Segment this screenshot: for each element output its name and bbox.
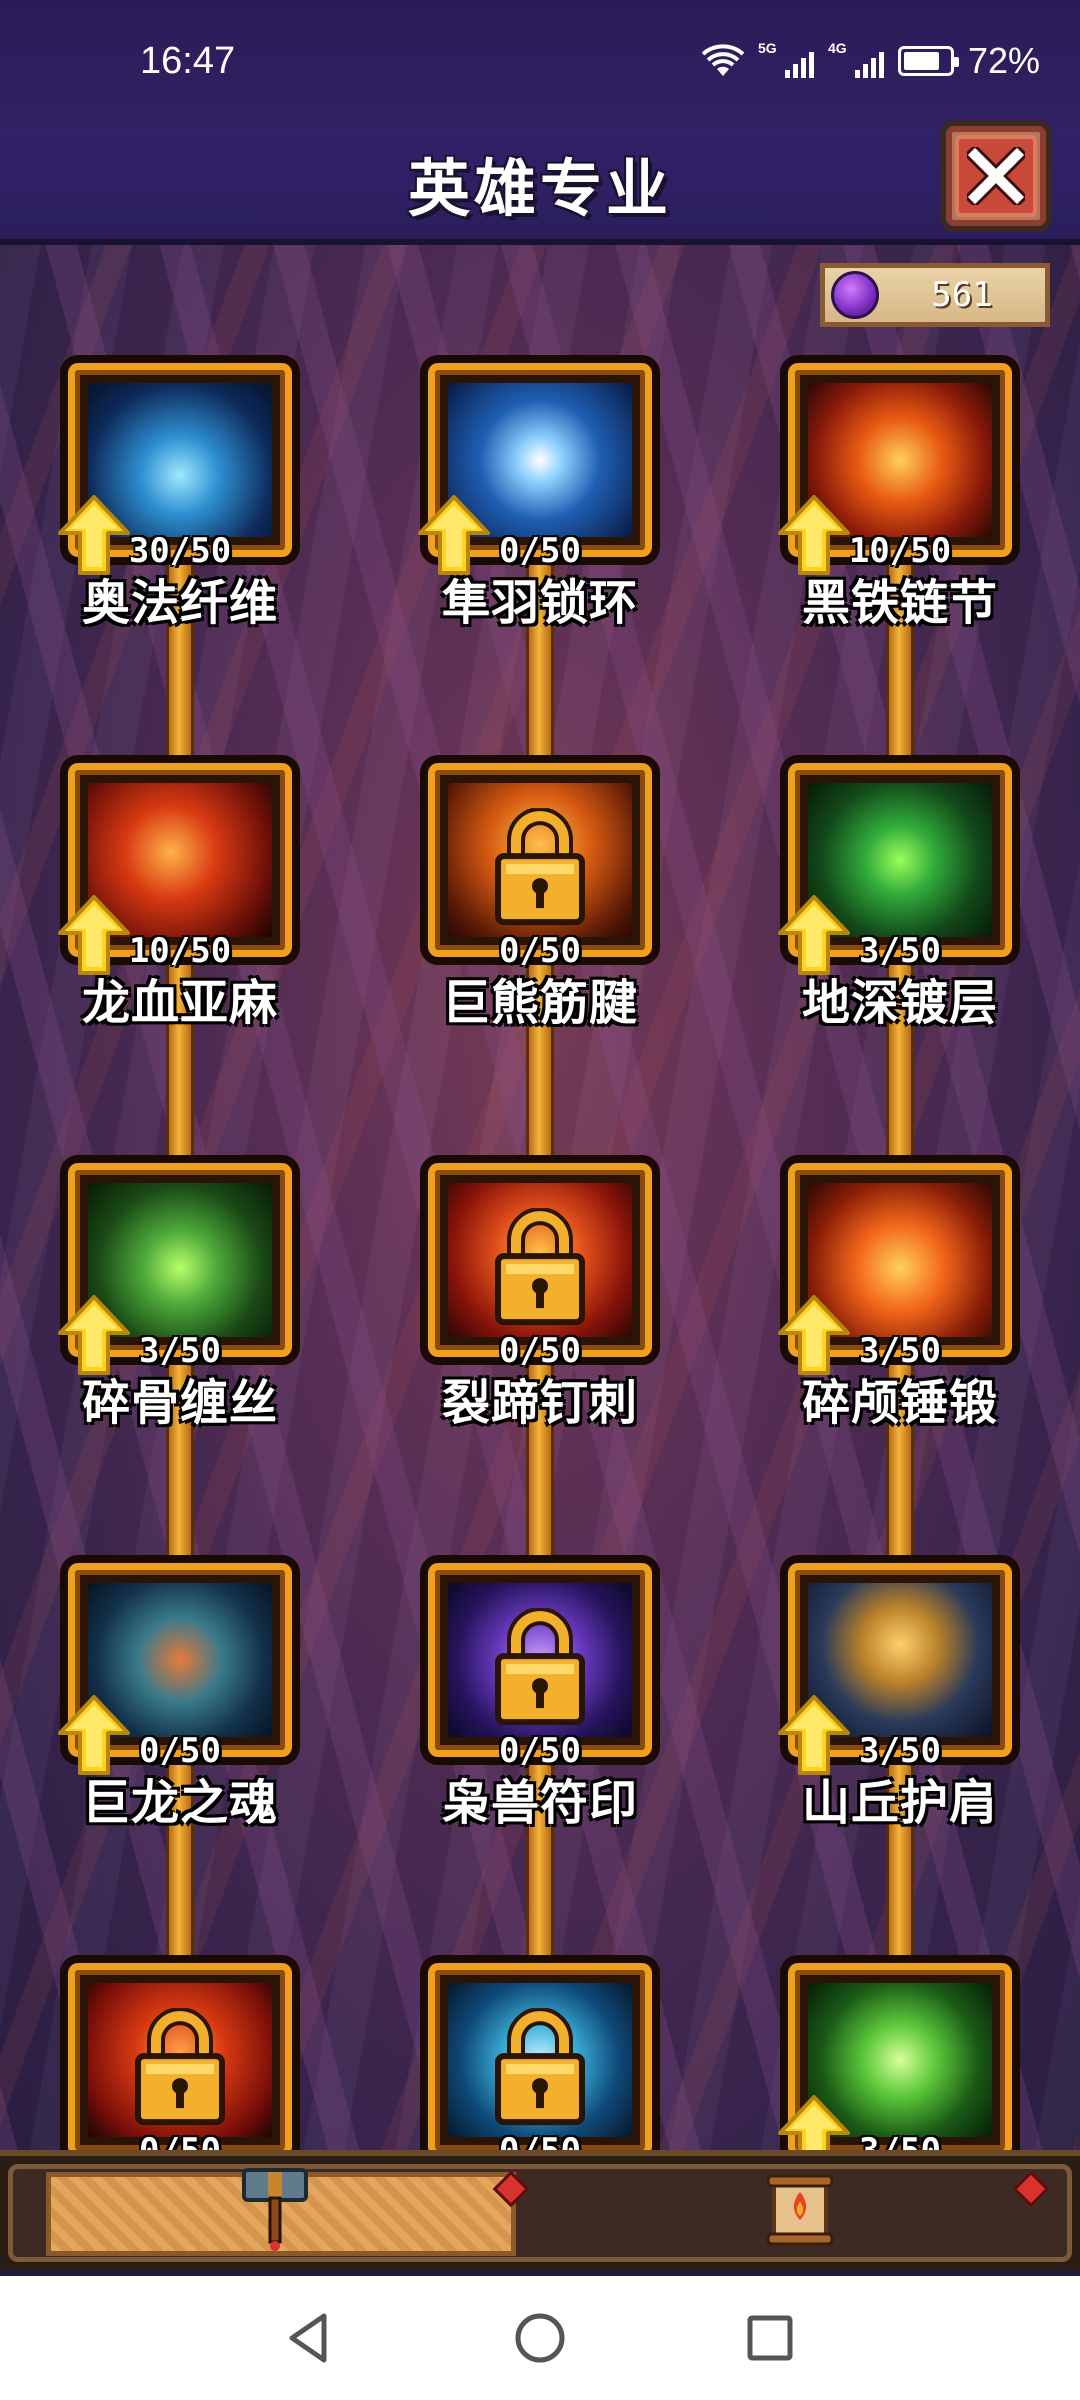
hammer-icon xyxy=(242,2168,308,2251)
skill-tree-panel: 561 30/50 奥法纤维 0/50 隼羽锁环 10/50 黑铁链节 10/50 龙血亚麻 0… xyxy=(0,245,1080,2200)
skill-node[interactable]: 10/50 黑铁链节 xyxy=(778,355,1020,631)
skill-node[interactable]: 0/50 隼羽锁环 xyxy=(418,355,660,631)
close-button[interactable] xyxy=(940,120,1052,232)
skill-name: 巨龙之魂 xyxy=(81,1775,278,1831)
signal-5g-icon: 5G xyxy=(758,40,814,78)
skill-name: 枭兽符印 xyxy=(441,1775,638,1831)
skill-name: 龙血亚麻 xyxy=(81,975,278,1031)
purple-gem-icon xyxy=(831,271,879,319)
skill-node[interactable]: 0/50 裂蹄钉刺 xyxy=(420,1155,660,1431)
skill-name: 碎骨缠丝 xyxy=(81,1375,278,1431)
close-icon xyxy=(967,147,1025,205)
skill-name: 地深镀层 xyxy=(801,975,998,1031)
back-icon[interactable] xyxy=(278,2306,342,2370)
home-icon[interactable] xyxy=(508,2306,572,2370)
skill-node[interactable]: 3/50 山丘护肩 xyxy=(778,1555,1020,1831)
skill-node[interactable]: 3/50 碎骨缠丝 xyxy=(58,1155,300,1431)
status-time: 16:47 xyxy=(140,40,236,82)
skill-node[interactable]: 10/50 龙血亚麻 xyxy=(58,755,300,1031)
page-title: 英雄专业 xyxy=(407,152,672,225)
header: 英雄专业 xyxy=(0,120,1080,245)
status-bar: 16:47 5G 4G 72% xyxy=(0,0,1080,130)
skill-name: 巨熊筋腱 xyxy=(441,975,638,1031)
lock-icon xyxy=(495,808,585,926)
battery-icon xyxy=(897,46,959,76)
signal-4g-label: 4G xyxy=(827,40,847,56)
wifi-icon xyxy=(701,44,745,78)
lock-icon xyxy=(135,2008,225,2126)
skill-name: 山丘护肩 xyxy=(801,1775,998,1831)
recents-icon[interactable] xyxy=(738,2306,802,2370)
status-icons: 5G 4G 72% xyxy=(701,40,1040,82)
skill-name: 碎颅锤锻 xyxy=(801,1375,998,1431)
signal-4g-icon: 4G xyxy=(828,40,884,78)
skill-node[interactable]: 3/50 地深镀层 xyxy=(778,755,1020,1031)
system-nav-bar xyxy=(0,2276,1080,2400)
skill-node[interactable]: 0/50 枭兽符印 xyxy=(420,1555,660,1831)
lock-icon xyxy=(495,1608,585,1726)
lock-icon xyxy=(495,2008,585,2126)
lock-icon xyxy=(495,1208,585,1326)
bottom-tab-bar xyxy=(0,2150,1080,2270)
currency-amount: 561 xyxy=(931,275,993,315)
skill-name: 奥法纤维 xyxy=(81,575,278,631)
skill-node[interactable]: 30/50 奥法纤维 xyxy=(58,355,300,631)
skill-name: 裂蹄钉刺 xyxy=(441,1375,638,1431)
battery-percent: 72% xyxy=(967,40,1040,81)
skill-name: 隼羽锁环 xyxy=(441,575,638,631)
signal-5g-label: 5G xyxy=(757,40,777,56)
skill-name: 黑铁链节 xyxy=(801,575,998,631)
skill-node[interactable]: 0/50 巨龙之魂 xyxy=(58,1555,300,1831)
currency-display: 561 xyxy=(820,263,1050,327)
skill-node[interactable]: 3/50 碎颅锤锻 xyxy=(778,1155,1020,1431)
skill-node[interactable]: 0/50 巨熊筋腱 xyxy=(420,755,660,1031)
scroll-icon xyxy=(766,2174,834,2246)
